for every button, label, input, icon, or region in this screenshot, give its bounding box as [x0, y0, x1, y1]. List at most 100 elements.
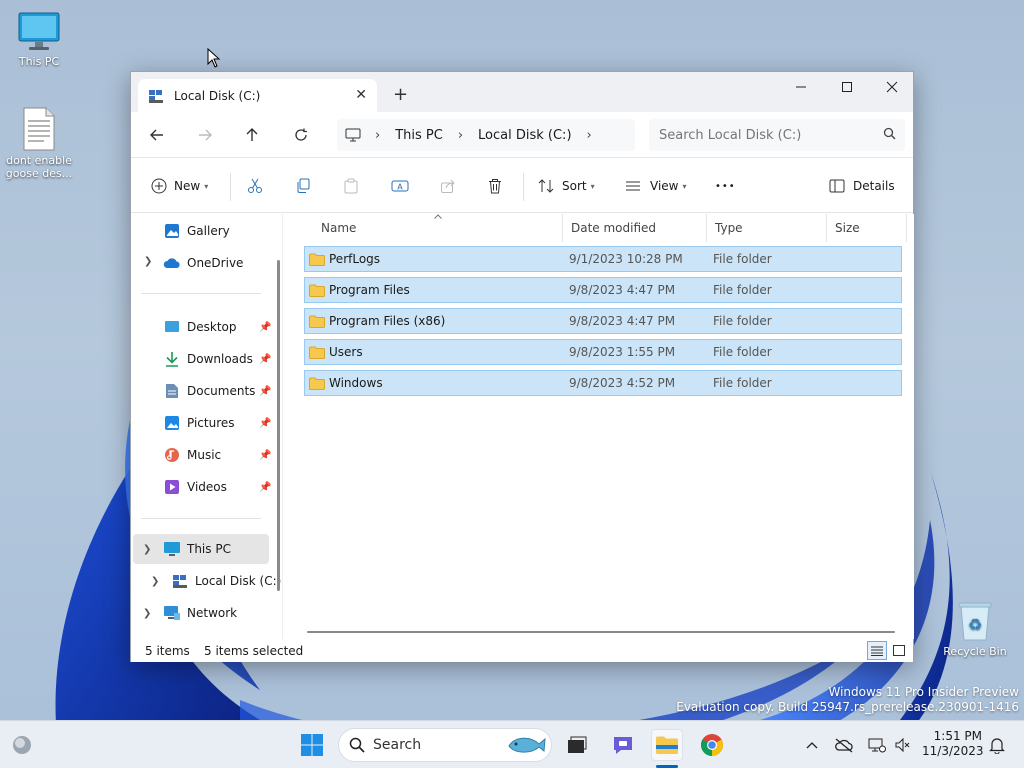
chevron-right-icon[interactable]: › — [587, 128, 592, 143]
desktop-icon-text-file[interactable]: dont enable goose des... — [2, 107, 76, 180]
back-button[interactable] — [146, 124, 168, 146]
rename-button[interactable]: A — [391, 174, 409, 198]
forward-button[interactable] — [194, 124, 216, 146]
tab-local-disk[interactable]: Local Disk (C:) ✕ — [138, 79, 377, 112]
file-name: Windows — [329, 376, 383, 390]
column-header-type[interactable]: Type — [707, 214, 827, 242]
chevron-down-icon[interactable]: ❯ — [143, 544, 151, 555]
column-header-size[interactable]: Size — [827, 214, 907, 242]
column-header-date-modified[interactable]: Date modified — [563, 214, 707, 242]
pin-icon[interactable]: 📌 — [259, 386, 271, 397]
desktop-icon-recycle-bin[interactable]: ♻ Recycle Bin — [938, 600, 1012, 658]
cloud-sync-status[interactable] — [830, 729, 858, 761]
title-bar: Local Disk (C:) ✕ + — [131, 72, 913, 112]
details-view-icon — [871, 646, 883, 656]
sidebar-item-onedrive[interactable]: OneDrive — [163, 248, 243, 278]
monitor-icon — [18, 12, 60, 50]
sort-arrows-icon — [538, 179, 554, 193]
close-tab-icon[interactable]: ✕ — [355, 87, 367, 103]
search-icon[interactable] — [883, 127, 896, 140]
rename-icon: A — [391, 180, 409, 192]
search-input[interactable] — [649, 119, 905, 151]
horizontal-scrollbar[interactable] — [307, 631, 895, 633]
more-options-button[interactable]: ••• — [715, 174, 736, 198]
table-row[interactable]: Users 9/8/2023 1:55 PM File folder — [304, 339, 902, 365]
details-view-toggle[interactable] — [867, 641, 887, 660]
sidebar-item-gallery[interactable]: Gallery — [163, 216, 230, 246]
pin-icon[interactable]: 📌 — [259, 354, 271, 365]
refresh-button[interactable] — [290, 124, 312, 146]
sidebar-item-documents[interactable]: Documents 📌 — [163, 376, 271, 406]
windows-logo-icon — [301, 734, 323, 756]
view-button[interactable]: View ▾ — [625, 174, 687, 198]
details-pane-button[interactable]: Details — [829, 174, 895, 198]
paste-button[interactable] — [343, 174, 359, 198]
watermark-line-build: Evaluation copy. Build 25947.rs_prerelea… — [676, 700, 1019, 714]
table-row[interactable]: PerfLogs 9/1/2023 10:28 PM File folder — [304, 246, 902, 272]
large-icons-view-toggle[interactable] — [891, 642, 907, 658]
delete-button[interactable] — [487, 174, 503, 198]
breadcrumb-local-disk[interactable]: Local Disk (C:) — [478, 128, 571, 143]
scissors-icon — [248, 178, 262, 193]
chevron-down-icon: ▾ — [682, 181, 687, 191]
column-header-name[interactable]: Name — [313, 214, 563, 242]
chevron-right-icon[interactable]: ❯ — [143, 608, 151, 619]
chevron-right-icon[interactable]: ❯ — [144, 256, 152, 267]
desktop-icon-label: dont enable goose des... — [5, 154, 73, 180]
desktop-icon — [163, 318, 181, 336]
maximize-button[interactable] — [824, 72, 870, 102]
task-view-button[interactable] — [561, 729, 593, 761]
file-name: Users — [329, 345, 363, 359]
chevron-right-icon[interactable]: ❯ — [151, 576, 159, 587]
minimize-button[interactable] — [778, 72, 824, 102]
arrow-right-icon — [199, 129, 212, 141]
widgets-button[interactable] — [6, 729, 38, 761]
table-row[interactable]: Windows 9/8/2023 4:52 PM File folder — [304, 370, 902, 396]
table-row[interactable]: Program Files 9/8/2023 4:47 PM File fold… — [304, 277, 902, 303]
details-pane-icon — [829, 179, 845, 193]
file-explorer-taskbar-button[interactable] — [651, 729, 683, 761]
sidebar-item-pictures[interactable]: Pictures 📌 — [163, 408, 271, 438]
pin-icon[interactable]: 📌 — [259, 418, 271, 429]
navigation-pane: Gallery ❯ OneDrive Desktop 📌 Downloads 📌 — [131, 214, 283, 639]
breadcrumb-this-pc[interactable]: This PC — [395, 128, 443, 143]
start-button[interactable] — [296, 729, 328, 761]
sidebar-item-network[interactable]: Network — [163, 598, 237, 628]
sidebar-item-downloads[interactable]: Downloads 📌 — [163, 344, 271, 374]
taskbar-search-box[interactable]: Search — [338, 728, 552, 762]
sidebar-item-music[interactable]: Music 📌 — [163, 440, 271, 470]
network-status[interactable] — [864, 729, 890, 761]
trash-icon — [489, 179, 501, 194]
system-clock[interactable]: 1:51 PM 11/3/2023 — [922, 729, 984, 759]
copy-button[interactable] — [295, 174, 311, 198]
sidebar-scrollbar[interactable] — [277, 260, 280, 591]
volume-status[interactable] — [890, 729, 914, 761]
new-tab-button[interactable]: + — [393, 84, 408, 105]
file-name: Program Files — [329, 283, 410, 297]
new-button[interactable]: New ▾ — [151, 174, 208, 198]
folder-icon — [309, 284, 325, 297]
show-hidden-icons-button[interactable] — [800, 729, 824, 761]
sidebar-item-local-disk[interactable]: Local Disk (C:) — [171, 566, 281, 596]
sort-button[interactable]: Sort ▾ — [538, 174, 595, 198]
notifications-button[interactable] — [984, 729, 1010, 761]
close-window-button[interactable] — [869, 72, 915, 102]
clock-time: 1:51 PM — [933, 729, 982, 743]
share-button[interactable] — [440, 174, 456, 198]
table-row[interactable]: Program Files (x86) 9/8/2023 4:47 PM Fil… — [304, 308, 902, 334]
desktop-icon-this-pc[interactable]: This PC — [2, 12, 76, 68]
address-bar[interactable]: › This PC › Local Disk (C:) › — [337, 119, 635, 151]
pin-icon[interactable]: 📌 — [259, 450, 271, 461]
chrome-button[interactable] — [696, 729, 728, 761]
sidebar-item-this-pc[interactable]: This PC — [133, 534, 269, 564]
cut-button[interactable] — [247, 174, 263, 198]
sidebar-item-desktop[interactable]: Desktop 📌 — [163, 312, 271, 342]
gallery-icon — [163, 222, 181, 240]
monitor-icon — [163, 540, 181, 558]
pin-icon[interactable]: 📌 — [259, 322, 271, 333]
sidebar-item-videos[interactable]: Videos 📌 — [163, 472, 271, 502]
chat-button[interactable] — [607, 729, 639, 761]
file-list: Name Date modified Type Size PerfLogs 9/… — [287, 214, 914, 639]
pin-icon[interactable]: 📌 — [259, 482, 271, 493]
up-button[interactable] — [241, 124, 263, 146]
